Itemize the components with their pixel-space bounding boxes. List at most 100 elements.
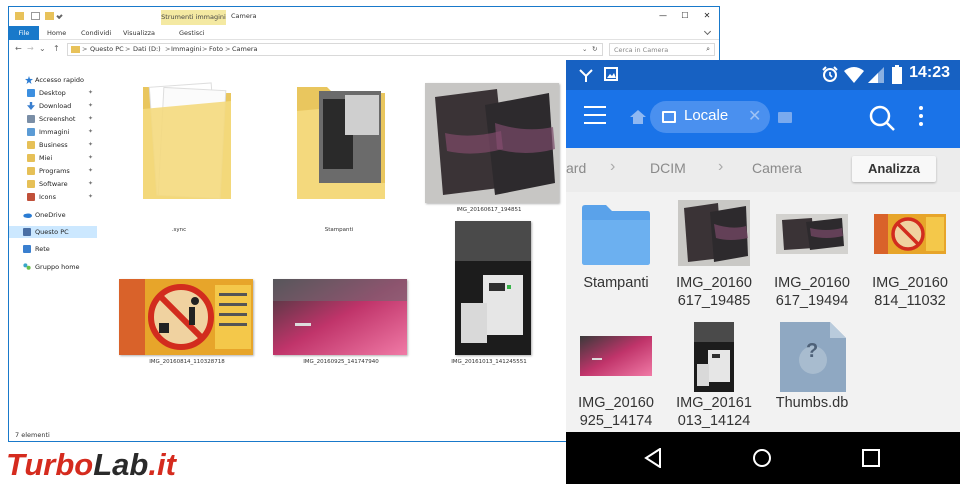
tab-view[interactable]: Visualizza bbox=[123, 26, 155, 40]
chevron-down-icon[interactable] bbox=[56, 12, 63, 20]
alarm-icon bbox=[822, 66, 838, 82]
nav-network[interactable]: Rete bbox=[9, 243, 97, 255]
pin-icon: ✦ bbox=[88, 180, 94, 187]
app-toolbar: Locale ✕ bbox=[566, 90, 960, 148]
file-name-line1: IMG_20161 bbox=[676, 395, 752, 411]
file-name-line2: 617_19494 bbox=[775, 293, 849, 309]
breadcrumb-images[interactable]: Immagini bbox=[171, 45, 201, 53]
tab-share[interactable]: Condividi bbox=[81, 26, 111, 40]
ribbon: File Home Condividi Visualizza Gestisci bbox=[9, 26, 719, 40]
image-file[interactable]: IMG_20160 814_11032 bbox=[862, 198, 958, 318]
nav-programs[interactable]: Programs ✦ bbox=[9, 165, 97, 177]
forward-icon[interactable]: → bbox=[27, 44, 34, 53]
photo-thumbnail bbox=[776, 214, 848, 254]
back-icon[interactable]: ← bbox=[15, 44, 22, 53]
breadcrumb-camera[interactable]: Camera bbox=[232, 45, 258, 53]
folder-stampanti[interactable]: Stampanti bbox=[568, 198, 664, 318]
close-icon[interactable]: ✕ bbox=[748, 106, 761, 125]
nav-business[interactable]: Business ✦ bbox=[9, 139, 97, 151]
maximize-button[interactable]: ☐ bbox=[673, 9, 697, 23]
recent-locations-icon[interactable]: ⌄ bbox=[39, 44, 46, 53]
breadcrumb-drive[interactable]: Dati (D:) bbox=[133, 45, 161, 53]
network-icon bbox=[23, 245, 31, 253]
close-button[interactable]: ✕ bbox=[695, 9, 719, 23]
nav-images[interactable]: Immagini ✦ bbox=[9, 126, 97, 138]
nav-icons[interactable]: Icons ✦ bbox=[9, 191, 97, 203]
nav-miei[interactable]: Miei ✦ bbox=[9, 152, 97, 164]
star-icon bbox=[25, 76, 33, 84]
image-file[interactable]: IMG_20160 617_19485 bbox=[666, 198, 762, 318]
onedrive-icon bbox=[23, 211, 32, 219]
folder-icon bbox=[27, 167, 35, 175]
image-file[interactable]: IMG_20160 925_14174 bbox=[568, 318, 664, 438]
location-chip[interactable]: Locale ✕ bbox=[650, 101, 770, 133]
image-file[interactable]: IMG_20161013_141245551 bbox=[439, 219, 539, 369]
pin-icon: ✦ bbox=[88, 102, 94, 109]
search-input[interactable]: Cerca in Camera ⌕ bbox=[609, 43, 715, 56]
image-file[interactable]: IMG_20160 617_19494 bbox=[764, 198, 860, 318]
file-name-line2: 814_11032 bbox=[874, 293, 946, 309]
pin-icon: ✦ bbox=[88, 128, 94, 135]
new-folder-icon[interactable] bbox=[45, 12, 54, 20]
nav-desktop[interactable]: Desktop ✦ bbox=[9, 87, 97, 99]
crumb-separator: > bbox=[82, 45, 88, 53]
home-icon[interactable] bbox=[630, 110, 646, 124]
image-file[interactable]: IMG_20160925_141747940 bbox=[271, 277, 411, 367]
up-icon[interactable]: ↑ bbox=[53, 44, 60, 53]
breadcrumb-this-pc[interactable]: Questo PC bbox=[90, 45, 124, 53]
folder-icon bbox=[71, 46, 80, 53]
watermark-text: TurboLab.it bbox=[6, 447, 178, 482]
menu-icon[interactable] bbox=[584, 106, 606, 126]
image-file[interactable]: IMG_20161 013_14124 bbox=[666, 318, 762, 438]
minimize-button[interactable]: — bbox=[651, 9, 675, 23]
nav-homegroup[interactable]: Gruppo home bbox=[9, 261, 97, 273]
search-icon[interactable] bbox=[868, 104, 896, 132]
back-icon[interactable] bbox=[644, 448, 662, 468]
file-name-line2: 925_14174 bbox=[579, 413, 653, 429]
breadcrumb-photos[interactable]: Foto bbox=[209, 45, 223, 53]
title-bar: Strumenti immagini Camera — ☐ ✕ bbox=[9, 7, 719, 26]
thumbs-db-file[interactable]: ? Thumbs.db bbox=[764, 318, 860, 438]
pin-icon: ✦ bbox=[88, 167, 94, 174]
expand-ribbon-icon[interactable] bbox=[703, 27, 712, 36]
nav-this-pc[interactable]: Questo PC bbox=[9, 226, 97, 238]
window-icon[interactable] bbox=[778, 112, 792, 123]
pin-icon: ✦ bbox=[88, 154, 94, 161]
photo-thumbnail bbox=[580, 336, 652, 376]
signal-icon bbox=[868, 67, 884, 83]
folder-sync[interactable]: .sync bbox=[119, 79, 239, 233]
more-options-icon[interactable] bbox=[918, 106, 924, 130]
address-dropdown-icon[interactable]: ⌄ bbox=[582, 45, 587, 53]
tab-manage[interactable]: Gestisci bbox=[179, 26, 205, 40]
picture-tools-tab[interactable]: Strumenti immagini bbox=[161, 10, 226, 25]
tab-file[interactable]: File bbox=[9, 26, 39, 40]
image-file[interactable]: IMG_20160617_194851 bbox=[419, 81, 559, 221]
nav-screenshot[interactable]: Screenshot ✦ bbox=[9, 113, 97, 125]
folder-stampanti[interactable]: Stampanti bbox=[279, 79, 399, 233]
tab-home[interactable]: Home bbox=[47, 26, 66, 40]
recent-apps-icon[interactable] bbox=[862, 449, 880, 467]
usb-icon bbox=[579, 69, 593, 82]
address-row: ← → ⌄ ↑ > Questo PC > Dati (D:) > Immagi… bbox=[9, 41, 719, 58]
nav-onedrive[interactable]: OneDrive bbox=[9, 209, 97, 221]
address-bar[interactable]: > Questo PC > Dati (D:) > Immagini > Fot… bbox=[67, 43, 603, 56]
analyze-button[interactable]: Analizza bbox=[852, 156, 936, 182]
home-circle-icon[interactable] bbox=[752, 448, 772, 468]
pin-icon: ✦ bbox=[88, 141, 94, 148]
file-name-line1: IMG_20160 bbox=[774, 275, 850, 291]
properties-icon[interactable] bbox=[31, 12, 40, 20]
path-crumb[interactable]: ard bbox=[566, 160, 586, 176]
folder-icon bbox=[27, 141, 35, 149]
file-name: Thumbs.db bbox=[775, 395, 849, 411]
refresh-icon[interactable]: ↻ bbox=[592, 45, 597, 53]
path-crumb[interactable]: DCIM bbox=[650, 160, 686, 176]
crumb-separator: > bbox=[165, 45, 171, 53]
nav-software[interactable]: Software ✦ bbox=[9, 178, 97, 190]
file-name-line1: IMG_20160 bbox=[872, 275, 948, 291]
question-mark-icon: ? bbox=[806, 340, 819, 362]
folder-icon bbox=[27, 180, 35, 188]
nav-quick-access[interactable]: Accesso rapido bbox=[9, 74, 97, 86]
path-crumb-current[interactable]: Camera bbox=[752, 160, 802, 176]
nav-download[interactable]: Download ✦ bbox=[9, 100, 97, 112]
image-file[interactable]: IMG_20160814_110328718 bbox=[117, 277, 257, 367]
